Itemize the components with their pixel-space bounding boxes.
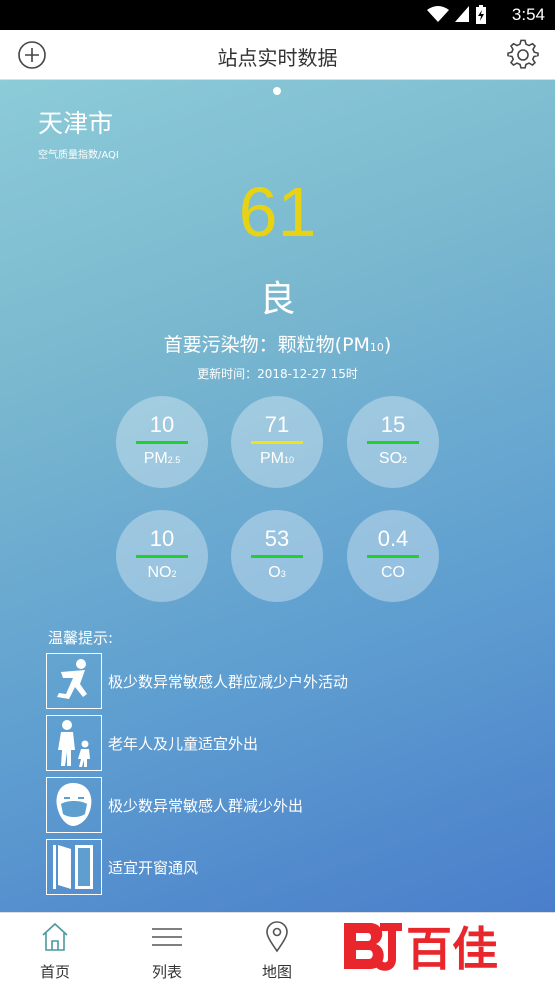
top-bar: 站点实时数据 [0, 30, 555, 80]
update-time: 更新时间：2018-12-27 15时 [197, 367, 358, 381]
aqi-value: 61 [238, 173, 317, 251]
pollutant-name: CO [347, 564, 439, 582]
status-icons [426, 5, 487, 25]
tab-map[interactable]: 地图 [232, 913, 322, 988]
tip-text: 极少数异常敏感人群应减少户外活动 [108, 673, 349, 691]
map-pin-icon [266, 921, 288, 953]
tab-label: 首页 [39, 963, 70, 981]
pollutant-value: 53 [264, 526, 290, 551]
pollutant-value: 10 [149, 412, 175, 437]
watermark-logo: 百佳 [340, 917, 540, 977]
primary-pollutant: 首要污染物：颗粒物(PM10) [0, 330, 555, 357]
battery-icon [476, 5, 486, 24]
city-name: 天津市 [38, 109, 114, 138]
home-icon [42, 922, 68, 951]
running-person-icon [46, 653, 102, 709]
pollutant-name-sub: 2 [171, 569, 177, 579]
pollutant-name-main: NO [147, 564, 172, 581]
pollutant-value: 10 [149, 526, 175, 551]
primary-pollutant-suffix: ) [383, 334, 392, 356]
watermark-text: 百佳 [406, 922, 498, 976]
pollutant-name-sub: 3 [280, 569, 286, 579]
status-time: 3:54 [511, 5, 545, 24]
tip-item: 适宜开窗通风 [46, 839, 506, 895]
page-title: 站点实时数据 [217, 46, 338, 70]
aqi-label: 空气质量指数/AQI [38, 150, 119, 161]
pollutant-name-main: CO [381, 564, 405, 581]
pollutant-value: 15 [380, 412, 406, 437]
elder-child-icon [46, 715, 102, 771]
tip-text: 适宜开窗通风 [108, 859, 199, 877]
signal-icon [454, 6, 469, 22]
pollutant-name-sub: 2.5 [167, 455, 181, 465]
pollutant-level-bar [367, 555, 419, 558]
bottom-nav: 首页 列表 地图 百佳 [0, 912, 555, 988]
list-icon [152, 928, 182, 946]
gear-icon [507, 39, 539, 69]
tip-item: 极少数异常敏感人群应减少户外活动 [46, 653, 506, 709]
wifi-icon [426, 6, 449, 22]
tip-text: 老年人及儿童适宜外出 [108, 735, 259, 753]
pollutant-name-main: PM [143, 450, 168, 467]
settings-button[interactable] [507, 39, 539, 71]
tip-item: 极少数异常敏感人群减少外出 [46, 777, 506, 833]
pollutant-name-main: O [268, 564, 281, 581]
primary-pollutant-prefix: 首要污染物：颗粒物(PM [163, 334, 370, 356]
pollutant-name: NO2 [116, 564, 208, 582]
air-quality-level: 良 [259, 279, 296, 320]
pollutant-name: SO2 [347, 450, 439, 468]
pollutant-name: PM10 [231, 450, 323, 468]
tab-label: 列表 [151, 963, 182, 981]
main-panel: 天津市 空气质量指数/AQI 61 良 首要污染物：颗粒物(PM10) 更新时间… [0, 80, 555, 912]
pollutant-name-main: SO [378, 450, 403, 467]
tab-label: 地图 [261, 963, 292, 981]
pollutant-name-sub: 2 [402, 455, 408, 465]
status-bar: 3:54 [0, 0, 555, 30]
pollutant-pm25-bubble[interactable]: 10 PM2.5 [116, 396, 208, 488]
pollutant-no2-bubble[interactable]: 10 NO2 [116, 510, 208, 602]
pollutant-value: 71 [264, 412, 290, 437]
pollutant-level-bar [251, 441, 303, 444]
pollutant-o3-bubble[interactable]: 53 O3 [231, 510, 323, 602]
mask-face-icon [46, 777, 102, 833]
pollutant-pm10-bubble[interactable]: 71 PM10 [231, 396, 323, 488]
page-indicator-dot [273, 87, 281, 95]
tab-home[interactable]: 首页 [10, 913, 100, 988]
tip-item: 老年人及儿童适宜外出 [46, 715, 506, 771]
tips-title: 温馨提示: [48, 629, 114, 647]
pollutant-level-bar [367, 441, 419, 444]
pollutant-level-bar [136, 555, 188, 558]
pollutant-level-bar [251, 555, 303, 558]
pollutant-name: O3 [231, 564, 323, 582]
tab-list[interactable]: 列表 [122, 913, 212, 988]
tip-text: 极少数异常敏感人群减少外出 [108, 797, 304, 815]
pollutant-so2-bubble[interactable]: 15 SO2 [347, 396, 439, 488]
pollutant-level-bar [136, 441, 188, 444]
primary-pollutant-sub: 10 [369, 341, 384, 354]
pollutant-value: 0.4 [377, 526, 409, 551]
pollutant-co-bubble[interactable]: 0.4 CO [347, 510, 439, 602]
window-icon [46, 839, 102, 895]
pollutant-name-main: PM [259, 450, 284, 467]
pollutant-name-sub: 10 [283, 455, 294, 465]
pollutant-name: PM2.5 [116, 450, 208, 468]
